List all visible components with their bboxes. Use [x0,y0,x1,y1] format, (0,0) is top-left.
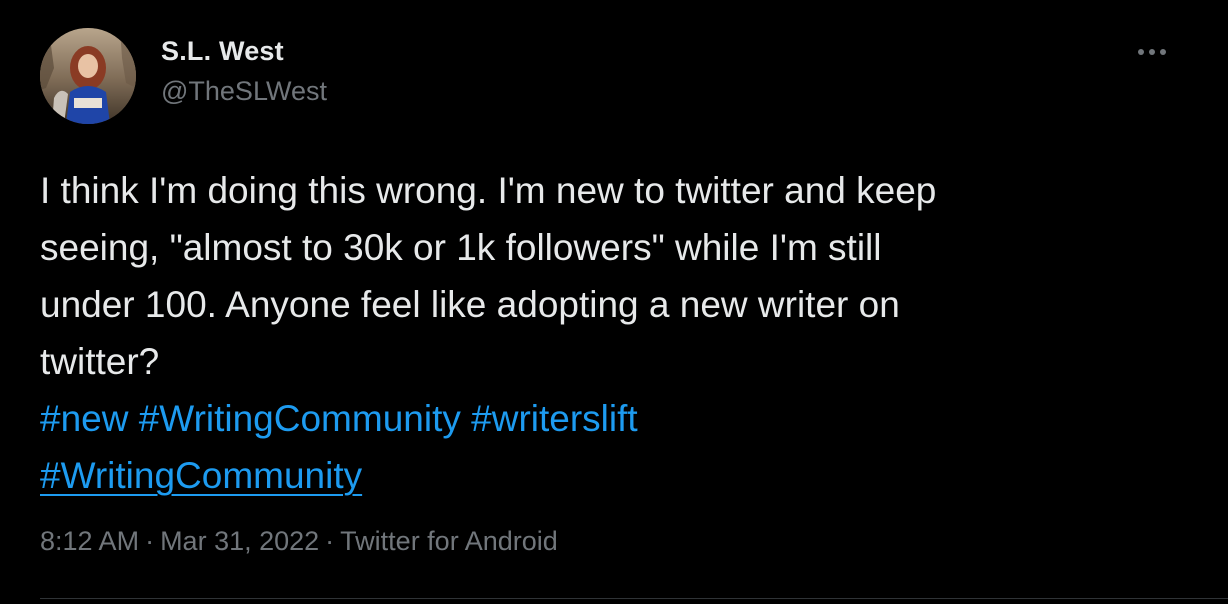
tweet-text-line: I think I'm doing this wrong. I'm new to… [40,170,937,211]
hashtag-link-writerslift[interactable]: #writerslift [471,398,638,439]
meta-separator: · [325,526,335,556]
more-options-button[interactable] [1132,36,1172,68]
tweet-date-link[interactable]: Mar 31, 2022 [160,526,319,556]
display-name[interactable]: S.L. West [161,36,284,67]
more-horizontal-icon [1138,49,1166,55]
user-handle[interactable]: @TheSLWest [161,76,327,107]
hashtag-line: #WritingCommunity [40,447,1200,504]
tweet-text-line: twitter? [40,341,160,382]
avatar[interactable] [40,28,136,124]
hashtag-link-new[interactable]: #new [40,398,128,439]
hashtag-link-writingcommunity-hovered[interactable]: #WritingCommunity [40,455,362,496]
tweet-text: I think I'm doing this wrong. I'm new to… [40,162,1200,504]
tweet: S.L. West @TheSLWest I think I'm doing t… [0,0,1228,604]
tweet-time-link[interactable]: 8:12 AM [40,526,139,556]
meta-separator: · [145,526,155,556]
tweet-source-link[interactable]: Twitter for Android [340,526,558,556]
hashtag-link-writingcommunity[interactable]: #WritingCommunity [139,398,461,439]
divider [40,598,1228,599]
tweet-text-line: under 100. Anyone feel like adopting a n… [40,284,900,325]
profile-photo-icon [40,28,136,124]
tweet-metadata: 8:12 AM · Mar 31, 2022 · Twitter for Android [40,526,558,557]
tweet-text-line: seeing, "almost to 30k or 1k followers" … [40,227,882,268]
hashtag-line: #new #WritingCommunity #writerslift [40,390,1200,447]
